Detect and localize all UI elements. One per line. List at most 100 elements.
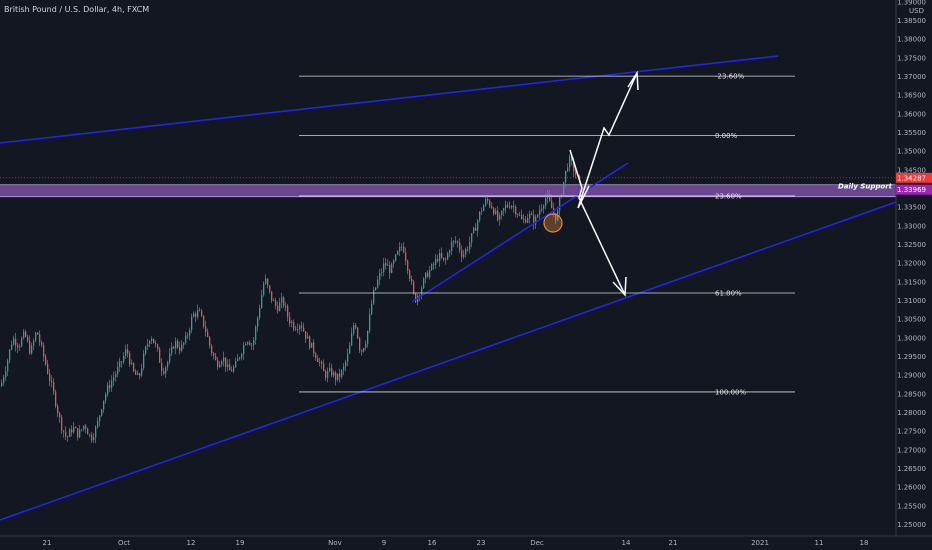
- price-tick-label: 1.28000: [897, 409, 926, 417]
- candle-body: [411, 278, 413, 282]
- candle-body: [159, 349, 161, 363]
- candle-body: [17, 345, 19, 348]
- candle-body: [387, 265, 389, 266]
- current-price-tag-label: 1.34287: [897, 174, 926, 182]
- candle-body: [499, 215, 501, 220]
- candle-body: [255, 326, 257, 341]
- candle-body: [477, 220, 479, 231]
- candle-body: [179, 347, 181, 351]
- candle-body: [115, 374, 117, 378]
- candle-body: [379, 273, 381, 280]
- candle-body: [9, 349, 11, 361]
- candle-body: [467, 248, 469, 250]
- candle-body: [243, 344, 245, 355]
- candle-body: [459, 242, 461, 251]
- candle-body: [77, 428, 79, 438]
- candle-body: [61, 417, 63, 431]
- candle-body: [275, 300, 277, 307]
- time-tick-label: 21: [43, 539, 52, 547]
- price-tick-label: 1.26000: [897, 484, 926, 492]
- candle-body: [231, 370, 233, 372]
- time-tick-label: 19: [236, 539, 245, 547]
- candle-body: [283, 297, 285, 307]
- candle-body: [469, 242, 471, 250]
- time-tick-label: 11: [815, 539, 824, 547]
- candle-body: [81, 429, 83, 431]
- candle-body: [263, 283, 265, 296]
- candle-body: [327, 370, 329, 378]
- candle-body: [89, 434, 91, 436]
- candle-body: [173, 346, 175, 349]
- candle-body: [299, 325, 301, 330]
- candle-body: [237, 358, 239, 362]
- candle-body: [331, 367, 333, 376]
- candle-body: [431, 264, 433, 270]
- candle-body: [39, 334, 41, 343]
- price-axis[interactable]: 1.39000 1.38500 1.38000 1.37500 1.37000 1.365…: [895, 0, 932, 550]
- fib-level-label: -23.60%: [715, 73, 745, 81]
- chart-background: [0, 0, 932, 550]
- candle-body: [83, 425, 85, 430]
- candle-body: [185, 335, 187, 343]
- time-tick-label: Nov: [328, 539, 342, 547]
- candle-body: [285, 306, 287, 307]
- price-tick-label: 1.36000: [897, 110, 926, 118]
- candle-body: [161, 362, 163, 371]
- candle-body: [293, 322, 295, 330]
- fib-level-label: 0.00%: [715, 132, 738, 140]
- candle-body: [353, 325, 355, 334]
- time-tick-label: 2021: [751, 539, 769, 547]
- candle-body: [35, 332, 37, 341]
- candle-body: [541, 208, 543, 211]
- candle-body: [183, 342, 185, 345]
- candle-body: [59, 413, 61, 418]
- candle-body: [345, 361, 347, 367]
- candle-body: [103, 400, 105, 410]
- candle-body: [281, 297, 283, 303]
- candle-body: [93, 437, 95, 441]
- candle-body: [141, 368, 143, 376]
- time-tick-label: Dec: [530, 539, 544, 547]
- candle-body: [63, 430, 65, 432]
- candle-body: [165, 367, 167, 374]
- candle-body: [143, 353, 145, 369]
- candle-body: [447, 253, 449, 260]
- candle-body: [133, 363, 135, 372]
- candle-body: [543, 205, 545, 209]
- candle-body: [337, 373, 339, 380]
- candle-body: [437, 258, 439, 262]
- candle-body: [203, 315, 205, 327]
- candle-body: [347, 353, 349, 362]
- candle-body: [397, 251, 399, 255]
- candle-body: [375, 287, 377, 290]
- candle-body: [413, 281, 415, 294]
- candle-body: [369, 314, 371, 331]
- candle-body: [13, 338, 15, 345]
- price-tick-label: 1.30500: [897, 316, 926, 324]
- price-tick-label: 1.33000: [897, 222, 926, 230]
- candle-body: [309, 336, 311, 348]
- candle-body: [15, 338, 17, 346]
- candle-body: [515, 207, 517, 215]
- candle-body: [491, 205, 493, 209]
- candle-body: [99, 415, 101, 422]
- time-axis[interactable]: 21 Oct 12 19 Nov 9 16 23 Dec 14 21 2021 11 18: [0, 535, 932, 550]
- price-chart[interactable]: Daily Support -23.60% 0.00% 23.60% 61.80% 10…: [0, 0, 932, 550]
- candle-body: [217, 359, 219, 368]
- candle-body: [301, 325, 303, 328]
- candle-body: [317, 358, 319, 362]
- time-tick-label: 18: [860, 539, 869, 547]
- candle-body: [325, 371, 327, 378]
- price-tick-label: 1.33500: [897, 204, 926, 212]
- candle-body: [201, 310, 203, 316]
- candle-body: [47, 364, 49, 374]
- time-tick-label: 9: [382, 539, 386, 547]
- candle-body: [107, 385, 109, 395]
- candle-body: [357, 327, 359, 339]
- chart-root: Daily Support -23.60% 0.00% 23.60% 61.80% 10…: [0, 0, 932, 550]
- candle-body: [427, 272, 429, 277]
- time-tick-label: 12: [187, 539, 196, 547]
- candle-body: [97, 421, 99, 428]
- candle-body: [339, 373, 341, 377]
- price-tick-label: 1.32500: [897, 241, 926, 249]
